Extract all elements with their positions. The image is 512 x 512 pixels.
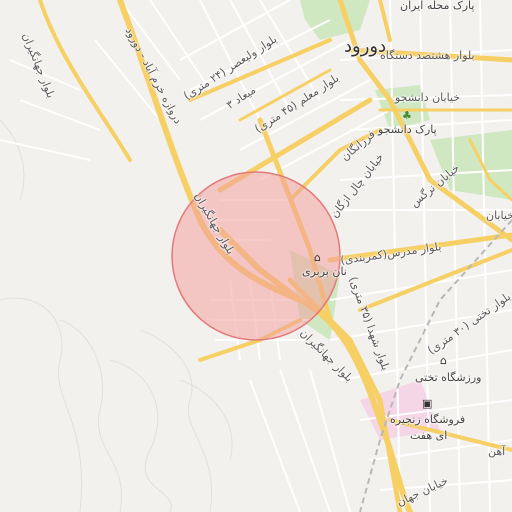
chain-store-label: فروشگاه زنجیره [390, 413, 466, 426]
stadium-icon: ⌂ [440, 354, 447, 367]
street-label-partial: خیابان [486, 209, 512, 222]
barbari-label: نان بربری [302, 265, 347, 278]
shopping-bag-icon: ▣ [422, 397, 433, 410]
bread-icon: ⌂ [314, 251, 321, 264]
takhti-stadium-label: ورزشگاه تختی [415, 371, 482, 384]
chain-store-label-2: ای هفت [410, 429, 448, 442]
map-view[interactable]: دورود پارک محله ایران بلوار هشتصد دستگاه… [0, 0, 512, 512]
park-iran-label: پارک محله ایران [400, 0, 475, 12]
tree-icon: ♣ [402, 109, 412, 122]
daneshjoo-park-label: پارک دانشجو [378, 123, 437, 136]
street-label-daneshjoo: خیابان دانشجو [395, 91, 461, 104]
street-label-arab: بلوار هشتصد دستگاه [380, 49, 475, 62]
street-label-ahan: آهن [488, 445, 506, 458]
